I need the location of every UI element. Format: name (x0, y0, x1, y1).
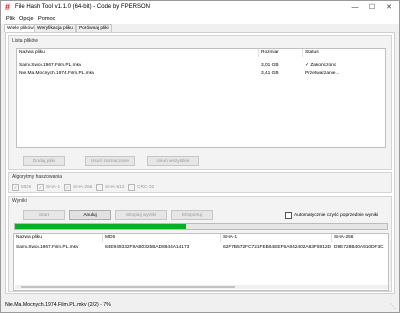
algorithm-checkboxes: ✓ MD5 ✓ SHA-1 ✓ SHA-256 SHA-512 CRC-32 (12, 184, 212, 191)
copy-results-button[interactable]: Skopiuj wyniki (115, 210, 167, 220)
check-icon: ✓ (64, 184, 71, 191)
col-header-name[interactable]: Nazwa pliku (14, 234, 103, 242)
remove-all-button[interactable]: Usuń wszystkie (147, 156, 199, 166)
menu-bar: Plik Opcje Pomoc (1, 14, 399, 24)
status-bar: Nie.Ma.Mocnych.1974.Film.PL.mkv (2/2) - … (1, 299, 399, 312)
empty-box-icon (128, 184, 135, 191)
result-md5: 84E949332F9AB0325BAD8644A14173 (105, 245, 190, 250)
scrollbar-thumb[interactable] (21, 286, 235, 288)
col-header-sha256[interactable]: SHA-256 (332, 234, 388, 242)
empty-box-icon (96, 184, 103, 191)
status-text: Nie.Ma.Mocnych.1974.Film.PL.mkv (2/2) - … (5, 302, 111, 308)
algorithms-group-label: Algorytmy haszowania (12, 174, 63, 180)
resize-grip-icon[interactable]: ⋱ (390, 303, 396, 310)
start-button[interactable]: Start (23, 210, 65, 220)
check-icon: ✓ (12, 184, 19, 191)
close-icon[interactable]: ✕ (381, 1, 397, 14)
file-name: Nie.Ma.Mocnych.1974.Film.PL.mkv (19, 71, 95, 76)
sha1-label: SHA-1 (46, 185, 61, 190)
tab-wiele-plikow[interactable]: Wiele plików (4, 24, 37, 32)
md5-checkbox[interactable]: ✓ MD5 (12, 184, 31, 191)
horizontal-scrollbar[interactable] (15, 285, 388, 289)
file-list-group: Lista plików Nazwa pliku Rozmiar Status … (8, 35, 392, 170)
maximize-icon[interactable]: ☐ (364, 1, 380, 14)
cancel-button[interactable]: Anuluj (69, 210, 111, 220)
col-header-sha1[interactable]: SHA-1 (221, 234, 332, 242)
sha256-label: SHA-256 (73, 185, 93, 190)
sha256-checkbox[interactable]: ✓ SHA-256 (64, 184, 92, 191)
sha512-checkbox[interactable]: SHA-512 (96, 184, 124, 191)
file-name: Sami.Swoi.1967.Film.PL.mkv (19, 63, 82, 68)
progress-bar (14, 223, 388, 230)
menu-opcje[interactable]: Opcje (19, 16, 34, 22)
col-header-status[interactable]: Status (303, 49, 385, 57)
app-icon: # (5, 2, 11, 12)
col-header-name[interactable]: Nazwa pliku (17, 49, 259, 57)
remove-selected-button[interactable]: Usuń zaznaczone (85, 156, 135, 166)
file-status: ✓ Zakończono (305, 63, 337, 68)
col-header-size[interactable]: Rozmiar (259, 49, 303, 57)
auto-clear-checkbox[interactable]: Automatycznie czyść poprzednie wyniki (285, 212, 378, 219)
menu-pomoc[interactable]: Pomoc (38, 16, 55, 22)
file-list[interactable]: Nazwa pliku Rozmiar Status Sami.Swoi.196… (16, 48, 386, 148)
tab-bar: Wiele plików Weryfikacja pliku Porównaj … (1, 24, 399, 32)
sha1-checkbox[interactable]: ✓ SHA-1 (37, 184, 60, 191)
check-icon: ✓ (37, 184, 44, 191)
tab-weryfikacja-pliku[interactable]: Weryfikacja pliku (34, 24, 76, 32)
algorithms-group: Algorytmy haszowania ✓ MD5 ✓ SHA-1 ✓ SHA-25… (8, 172, 392, 193)
menu-plik[interactable]: Plik (6, 16, 15, 22)
progress-fill (15, 224, 187, 229)
results-group-label: Wyniki (12, 198, 27, 204)
file-list-group-label: Lista plików (12, 38, 38, 44)
app-window: # File Hash Tool v1.1.0 (64-bit) - Code … (0, 0, 400, 313)
sha512-label: SHA-512 (105, 185, 125, 190)
minimize-icon[interactable]: — (347, 1, 363, 14)
title-bar[interactable]: # File Hash Tool v1.1.0 (64-bit) - Code … (1, 1, 399, 14)
results-table[interactable]: Nazwa pliku MD5 SHA-1 SHA-256 Sami.Swoi.… (13, 233, 389, 291)
file-status: Przetwarzanie... (305, 71, 340, 76)
add-files-button[interactable]: Dodaj pliki (23, 156, 65, 166)
tab-porownaj-pliki[interactable]: Porównaj pliki (76, 24, 112, 32)
crc32-label: CRC-32 (137, 185, 155, 190)
tab-panel: Lista plików Nazwa pliku Rozmiar Status … (5, 32, 395, 294)
result-sha1: 62F7B572FC721FEB64EEF6A942402A83F5912D11 (223, 245, 331, 250)
crc32-checkbox[interactable]: CRC-32 (128, 184, 154, 191)
export-button[interactable]: Eksportuj (171, 210, 213, 220)
empty-box-icon (285, 212, 292, 219)
file-size: 3,01 GB (261, 63, 279, 68)
results-group: Wyniki Start Anuluj Skopiuj wyniki Ekspo… (8, 196, 392, 292)
window-title: File Hash Tool v1.1.0 (64-bit) - Code by… (15, 4, 150, 10)
md5-label: MD5 (21, 185, 32, 190)
file-size: 3,41 GB (261, 71, 279, 76)
auto-clear-label: Automatycznie czyść poprzednie wyniki (294, 213, 379, 218)
col-header-md5[interactable]: MD5 (103, 234, 221, 242)
result-file-name: Sami.Swoi.1967.Film.PL.mkv (16, 245, 79, 250)
result-sha256: D9E728B40A910DF3C (334, 245, 384, 250)
